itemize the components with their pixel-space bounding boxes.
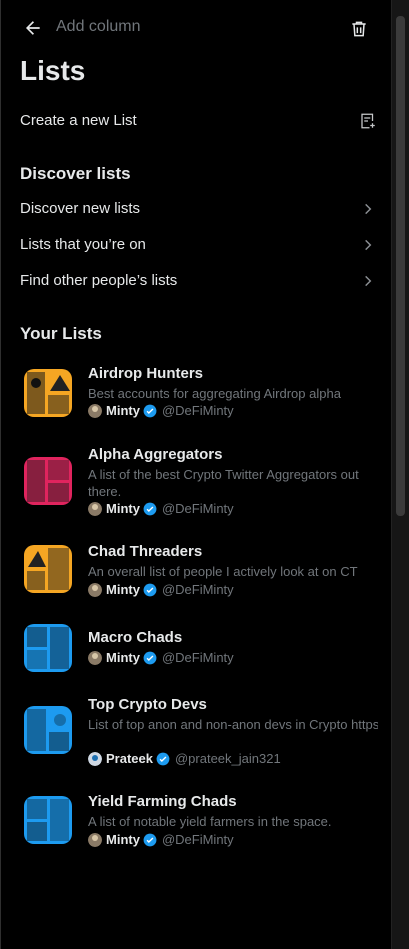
- delete-column-button[interactable]: [344, 14, 374, 44]
- owner-handle: @DeFiMinty: [161, 403, 234, 418]
- lists-column: Add column Lists Create a new List Disco…: [0, 0, 409, 949]
- list-owner: Prateek @prateek_jain321: [88, 751, 281, 766]
- list-avatar: [24, 624, 72, 672]
- list-description: A list of notable yield farmers in the s…: [88, 814, 332, 829]
- verified-badge-icon: [143, 833, 157, 846]
- list-name: Airdrop Hunters: [88, 365, 204, 382]
- scrollbar-track[interactable]: [391, 0, 409, 949]
- lists-you-are-on-label: Lists that you’re on: [20, 236, 146, 253]
- owner-avatar: [88, 832, 102, 847]
- list-name: Macro Chads: [88, 629, 183, 646]
- list-name: Top Crypto Devs: [88, 696, 207, 713]
- create-new-list-row[interactable]: Create a new List: [1, 103, 392, 139]
- chevron-right-icon: [358, 235, 378, 255]
- discover-new-lists-row[interactable]: Discover new lists: [1, 191, 392, 227]
- list-name: Alpha Aggregators: [88, 446, 223, 463]
- list-item[interactable]: Chad Threaders An overall list of people…: [1, 543, 392, 603]
- owner-avatar: [88, 403, 102, 418]
- list-item[interactable]: Yield Farming Chads A list of notable yi…: [1, 793, 392, 853]
- list-description: A list of the best Crypto Twitter Aggreg…: [88, 467, 359, 499]
- lists-you-are-on-row[interactable]: Lists that you’re on: [1, 227, 392, 263]
- list-owner: Minty @DeFiMinty: [88, 501, 234, 516]
- your-lists-heading: Your Lists: [20, 324, 102, 343]
- list-description: An overall list of people I actively loo…: [88, 564, 358, 579]
- list-item[interactable]: Top Crypto Devs List of top anon and non…: [1, 696, 392, 774]
- owner-handle: @DeFiMinty: [161, 650, 234, 665]
- list-name: Chad Threaders: [88, 543, 203, 560]
- trash-icon: [352, 21, 366, 37]
- verified-badge-icon: [143, 404, 157, 417]
- page-title: Lists: [20, 55, 86, 86]
- scrollbar-thumb[interactable]: [396, 16, 405, 516]
- list-owner: Minty @DeFiMinty: [88, 403, 234, 418]
- owner-handle: @prateek_jain321: [174, 751, 281, 766]
- list-avatar: [24, 796, 72, 844]
- create-new-list-label: Create a new List: [20, 112, 137, 129]
- chevron-right-icon: [358, 199, 378, 219]
- list-item[interactable]: Alpha Aggregators A list of the best Cry…: [1, 446, 392, 524]
- discover-new-lists-label: Discover new lists: [20, 200, 141, 217]
- owner-avatar: [88, 650, 102, 665]
- verified-badge-icon: [143, 651, 157, 664]
- add-column-title: Add column: [56, 18, 141, 35]
- chevron-right-icon: [358, 271, 378, 291]
- arrow-left-icon: [26, 21, 40, 35]
- owner-handle: @DeFiMinty: [161, 501, 234, 516]
- verified-badge-icon: [143, 502, 157, 515]
- list-description: Best accounts for aggregating Airdrop al…: [88, 386, 341, 401]
- list-avatar: [24, 457, 72, 505]
- verified-badge-icon: [156, 752, 170, 765]
- verified-badge-icon: [143, 583, 157, 596]
- create-list-icon: [358, 111, 378, 131]
- find-other-lists-row[interactable]: Find other people’s lists: [1, 263, 392, 299]
- list-owner: Minty @DeFiMinty: [88, 582, 234, 597]
- list-owner: Minty @DeFiMinty: [88, 650, 234, 665]
- owner-name: Minty: [106, 832, 140, 847]
- back-button[interactable]: [17, 14, 49, 42]
- discover-lists-heading: Discover lists: [20, 164, 131, 183]
- owner-avatar: [88, 501, 102, 516]
- owner-name: Minty: [106, 501, 140, 516]
- owner-handle: @DeFiMinty: [161, 582, 234, 597]
- owner-avatar: [88, 582, 102, 597]
- find-other-lists-label: Find other people’s lists: [20, 272, 178, 289]
- list-description: List of top anon and non-anon devs in Cr…: [88, 717, 378, 732]
- owner-avatar: [88, 751, 102, 766]
- list-item[interactable]: Airdrop Hunters Best accounts for aggreg…: [1, 365, 392, 425]
- list-owner: Minty @DeFiMinty: [88, 832, 234, 847]
- list-name: Yield Farming Chads: [88, 793, 237, 810]
- list-avatar: [24, 545, 72, 593]
- list-avatar: [24, 369, 72, 417]
- list-avatar: [24, 706, 72, 754]
- owner-name: Minty: [106, 403, 140, 418]
- owner-name: Minty: [106, 582, 140, 597]
- owner-handle: @DeFiMinty: [161, 832, 234, 847]
- owner-name: Prateek: [106, 751, 153, 766]
- column-header: Add column: [1, 0, 392, 56]
- owner-name: Minty: [106, 650, 140, 665]
- list-item[interactable]: Macro Chads Minty @DeFiMinty: [1, 624, 392, 679]
